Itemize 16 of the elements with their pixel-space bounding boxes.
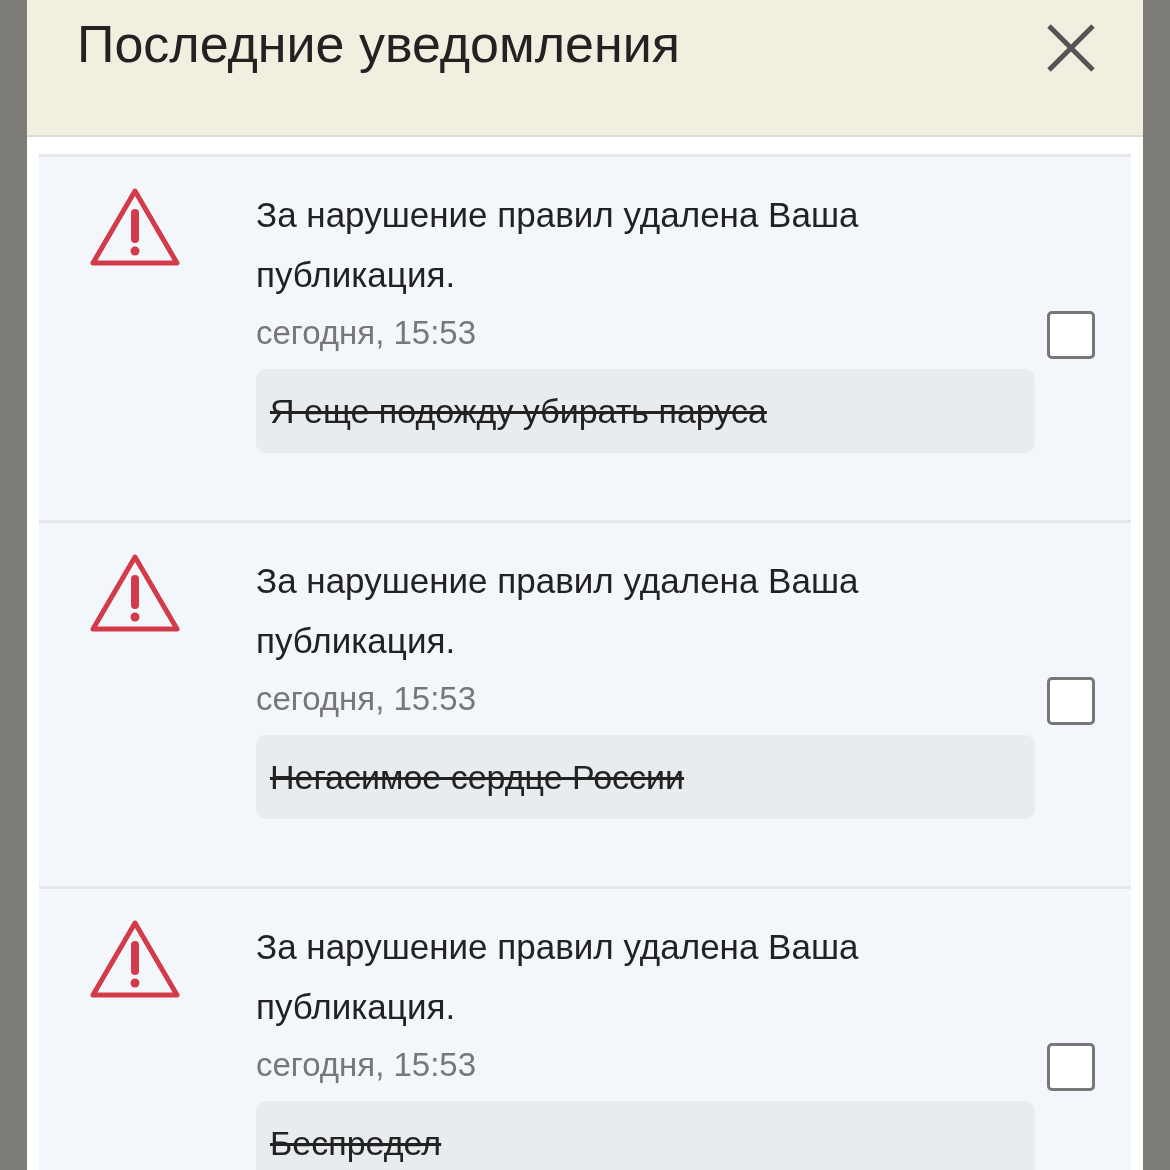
checkbox[interactable]	[1047, 676, 1095, 725]
notification-time: сегодня, 15:53	[256, 1045, 478, 1085]
warning-icon	[89, 187, 181, 267]
warning-icon	[89, 919, 181, 999]
notification-time: сегодня, 15:53	[256, 313, 478, 353]
deleted-post-title: Негасимое сердце России	[256, 735, 1035, 819]
checkbox[interactable]	[1047, 310, 1095, 359]
notification-message: За нарушение правил удалена Ваша публикация.	[256, 926, 860, 1028]
deleted-post-title: Я еще подожду убирать паруса	[256, 369, 1035, 453]
dialog-title: Последние уведомления	[77, 14, 680, 74]
deleted-post-title: Беспредел	[256, 1101, 1035, 1170]
notification-message: За нарушение правил удалена Ваша публикация.	[256, 560, 860, 662]
notification-time: сегодня, 15:53	[256, 679, 478, 719]
checkbox[interactable]	[1047, 1042, 1095, 1091]
warning-icon	[89, 553, 181, 633]
notification-message: За нарушение правил удалена Ваша публикация.	[256, 194, 860, 296]
